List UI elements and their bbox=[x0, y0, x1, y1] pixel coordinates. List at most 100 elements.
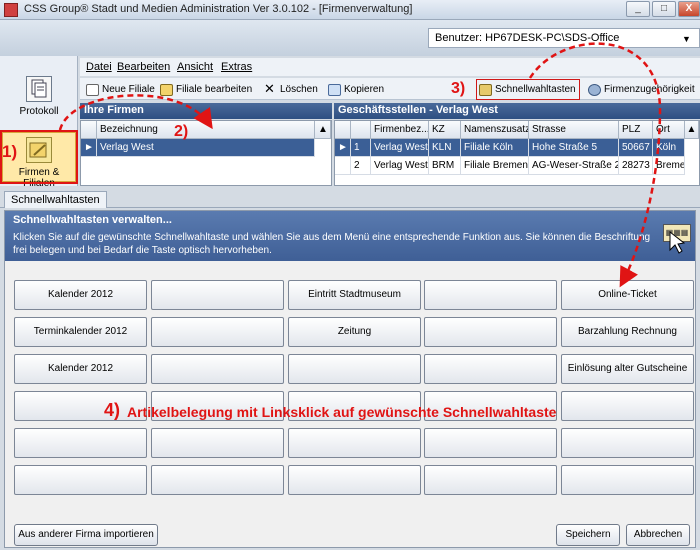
speed-dial-button[interactable]: Schnellwahltasten bbox=[476, 79, 580, 100]
delete-button[interactable]: ✕ Löschen bbox=[262, 82, 318, 99]
copy-icon bbox=[328, 84, 341, 96]
cell-plz: 50667 bbox=[619, 139, 653, 157]
speed-dial-key[interactable] bbox=[151, 317, 284, 347]
copy-button[interactable]: Kopieren bbox=[326, 82, 384, 99]
chevron-down-icon[interactable]: ▼ bbox=[682, 34, 691, 44]
speed-dial-key[interactable]: Einlösung alter Gutscheine bbox=[561, 354, 694, 384]
cell-namenszusatz: Filiale Köln bbox=[461, 139, 529, 157]
speed-dial-key[interactable] bbox=[561, 391, 694, 421]
companies-header: Ihre Firmen bbox=[80, 103, 332, 119]
menu-datei[interactable]: Datei bbox=[86, 61, 112, 73]
documents-icon bbox=[26, 76, 52, 102]
speed-dial-key[interactable]: Kalender 2012 bbox=[14, 354, 147, 384]
scroll-up-icon[interactable]: ▲ bbox=[315, 121, 331, 139]
user-label: Benutzer: HP67DESK-PC\SDS-Office bbox=[435, 32, 620, 44]
speed-dial-key[interactable]: Barzahlung Rechnung bbox=[561, 317, 694, 347]
speed-dial-key[interactable]: Online-Ticket bbox=[561, 280, 694, 310]
speed-dial-key[interactable]: Zeitung bbox=[288, 317, 421, 347]
button-label: Kopieren bbox=[344, 84, 385, 95]
speed-dial-key[interactable] bbox=[288, 354, 421, 384]
speed-dial-key[interactable] bbox=[561, 428, 694, 458]
menu-bearbeiten[interactable]: Bearbeiten bbox=[117, 61, 170, 73]
column-bezeichnung[interactable]: Bezeichnung bbox=[97, 121, 315, 139]
gear-icon bbox=[588, 84, 601, 96]
speed-dial-key[interactable] bbox=[424, 317, 557, 347]
button-label: Filiale bearbeiten bbox=[176, 84, 253, 95]
column-ort[interactable]: Ort bbox=[653, 121, 685, 139]
row-pointer-icon: ► bbox=[335, 139, 351, 157]
column-namenszusatz[interactable]: Namenszusatz bbox=[461, 121, 529, 139]
speed-dial-key[interactable] bbox=[424, 280, 557, 310]
edit-branch-button[interactable]: Filiale bearbeiten bbox=[158, 82, 252, 99]
annotation-step-4-number: 4) bbox=[104, 400, 121, 420]
cell-firmenbez: Verlag West bbox=[371, 157, 429, 175]
speed-dial-key[interactable] bbox=[424, 465, 557, 495]
nav-label: Protokoll bbox=[19, 106, 59, 117]
cell-number: 2 bbox=[351, 157, 371, 175]
save-button[interactable]: Speichern bbox=[556, 524, 620, 546]
speed-dial-key[interactable] bbox=[14, 465, 147, 495]
cell-plz: 28273 bbox=[619, 157, 653, 175]
close-button[interactable]: X bbox=[678, 1, 700, 17]
new-document-icon bbox=[86, 84, 99, 96]
scroll-up-icon[interactable]: ▲ bbox=[685, 121, 699, 139]
speed-dial-key[interactable] bbox=[151, 280, 284, 310]
company-name[interactable]: Verlag West bbox=[97, 139, 315, 157]
window-title: CSS Group® Stadt und Medien Administrati… bbox=[24, 3, 413, 15]
column-number[interactable] bbox=[351, 121, 371, 139]
minimize-button[interactable]: _ bbox=[626, 1, 650, 17]
column-strasse[interactable]: Strasse bbox=[529, 121, 619, 139]
menu-extras[interactable]: Extras bbox=[221, 61, 252, 73]
app-icon bbox=[4, 3, 18, 17]
company-membership-button[interactable]: Firmenzugehörigkeit bbox=[586, 82, 695, 99]
cell-kz: BRM bbox=[429, 157, 461, 175]
row-pointer-icon: ► bbox=[81, 139, 97, 157]
branches-header: Geschäftsstellen - Verlag West bbox=[334, 103, 700, 119]
maximize-button[interactable]: □ bbox=[652, 1, 676, 17]
speed-dial-key[interactable] bbox=[151, 354, 284, 384]
speed-dial-key[interactable] bbox=[561, 465, 694, 495]
button-label: Löschen bbox=[280, 84, 318, 95]
cell-strasse: AG-Weser-Straße 2 bbox=[529, 157, 619, 175]
annotation-step-2: 2) bbox=[174, 123, 189, 140]
branches-grid: Firmenbez... KZ Namenszusatz Strasse PLZ… bbox=[334, 120, 700, 186]
row-indicator-header bbox=[335, 121, 351, 139]
speed-dial-key[interactable] bbox=[151, 428, 284, 458]
speed-dial-key[interactable] bbox=[288, 428, 421, 458]
annotation-step-4-text: Artikelbelegung mit Linksklick auf gewün… bbox=[127, 404, 557, 420]
keyboard-icon: ▦▦▦ bbox=[663, 224, 691, 242]
speed-dial-key[interactable] bbox=[14, 428, 147, 458]
column-kz[interactable]: KZ bbox=[429, 121, 461, 139]
edit-folder-icon bbox=[160, 84, 173, 96]
speed-dial-key[interactable]: Kalender 2012 bbox=[14, 280, 147, 310]
menu-bar bbox=[80, 58, 700, 76]
column-firmenbez[interactable]: Firmenbez... bbox=[371, 121, 429, 139]
menu-ansicht[interactable]: Ansicht bbox=[177, 61, 213, 73]
speed-dial-key[interactable] bbox=[151, 465, 284, 495]
import-button[interactable]: Aus anderer Firma importieren bbox=[14, 524, 158, 546]
user-selector[interactable]: Benutzer: HP67DESK-PC\SDS-Office bbox=[428, 28, 700, 48]
tab-schnellwahltasten[interactable]: Schnellwahltasten bbox=[4, 191, 107, 208]
panel-title: Schnellwahltasten verwalten... bbox=[13, 214, 172, 226]
annotation-step-3: 3) bbox=[451, 80, 466, 97]
cell-ort: Köln bbox=[653, 139, 685, 157]
speed-dial-key[interactable] bbox=[424, 428, 557, 458]
companies-grid: Bezeichnung ▲ ► Verlag West bbox=[80, 120, 332, 186]
cell-number: 1 bbox=[351, 139, 371, 157]
column-plz[interactable]: PLZ bbox=[619, 121, 653, 139]
speed-dial-key[interactable] bbox=[424, 354, 557, 384]
row-indicator-header bbox=[81, 121, 97, 139]
speed-dial-key[interactable]: Eintritt Stadtmuseum bbox=[288, 280, 421, 310]
panel-description: Klicken Sie auf die gewünschte Schnellwa… bbox=[13, 232, 651, 256]
row-indicator bbox=[335, 157, 351, 175]
button-label: Firmenzugehörigkeit bbox=[604, 84, 695, 95]
title-bar: CSS Group® Stadt und Medien Administrati… bbox=[0, 0, 700, 20]
cell-kz: KLN bbox=[429, 139, 461, 157]
speed-dial-key[interactable] bbox=[288, 465, 421, 495]
cancel-button[interactable]: Abbrechen bbox=[626, 524, 690, 546]
new-branch-button[interactable]: Neue Filiale bbox=[84, 82, 155, 99]
speed-dial-key[interactable]: Terminkalender 2012 bbox=[14, 317, 147, 347]
delete-icon: ✕ bbox=[264, 81, 275, 96]
cell-namenszusatz: Filiale Bremen bbox=[461, 157, 529, 175]
nav-protokoll[interactable]: Protokoll bbox=[4, 76, 74, 117]
